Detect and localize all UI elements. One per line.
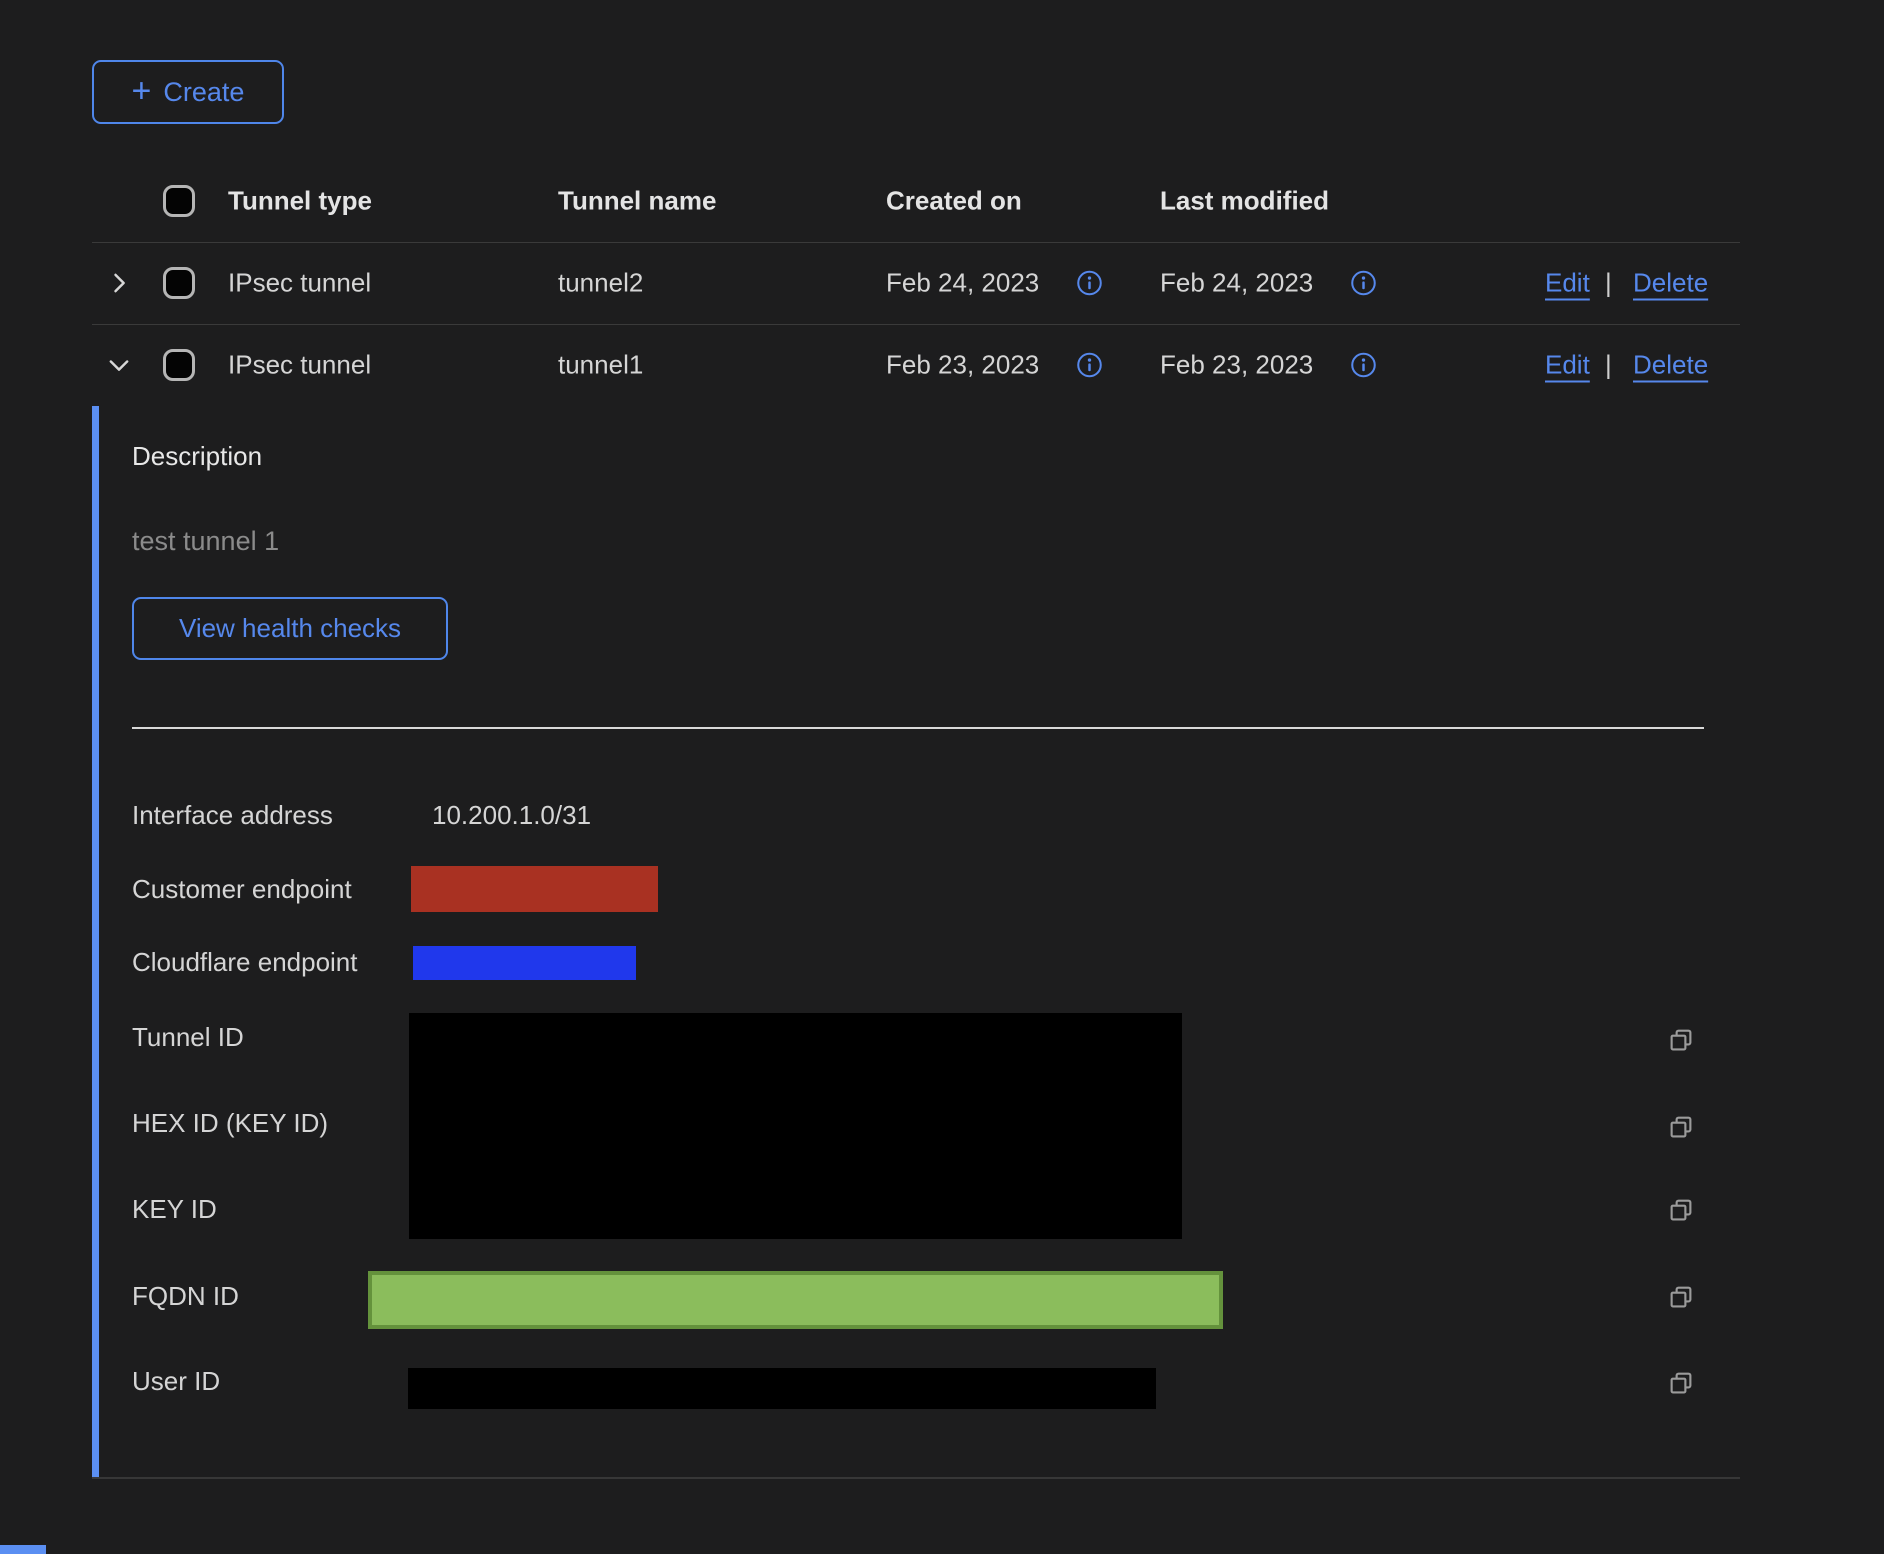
fqdn-id-redaction — [368, 1271, 1223, 1329]
delete-link[interactable]: Delete — [1633, 350, 1708, 381]
field-label-user-id: User ID — [132, 1363, 220, 1399]
column-header-last-modified: Last modified — [1160, 186, 1329, 217]
column-header-tunnel-type: Tunnel type — [228, 186, 372, 217]
field-label-customer-endpoint: Customer endpoint — [132, 871, 352, 907]
chevron-right-icon[interactable] — [104, 268, 134, 298]
create-button-label: Create — [163, 77, 244, 108]
description-value: test tunnel 1 — [132, 526, 279, 557]
plus-icon: + — [132, 74, 152, 108]
table-row-tunnel1: IPsec tunnel tunnel1 Feb 23, 2023 Feb 23… — [0, 324, 1884, 406]
copy-icon[interactable] — [1666, 1025, 1696, 1055]
info-icon[interactable] — [1076, 352, 1103, 379]
column-header-created-on: Created on — [886, 186, 1022, 217]
select-all-checkbox[interactable] — [163, 185, 195, 217]
panel-bottom-divider — [92, 1477, 1740, 1479]
bottom-edge-accent-strip — [0, 1545, 46, 1554]
info-icon[interactable] — [1076, 270, 1103, 297]
created-on-cell: Feb 24, 2023 — [886, 268, 1039, 299]
tunnel-name-cell: tunnel1 — [558, 350, 643, 381]
section-divider — [132, 727, 1704, 729]
field-label-cloudflare-endpoint: Cloudflare endpoint — [132, 944, 358, 980]
tunnels-page: + Create Tunnel type Tunnel name Created… — [0, 0, 1884, 1554]
tunnel-ids-redaction — [409, 1013, 1182, 1239]
field-label-key-id: KEY ID — [132, 1191, 217, 1227]
cloudflare-endpoint-redaction — [413, 946, 636, 980]
row-checkbox[interactable] — [163, 349, 195, 381]
info-icon[interactable] — [1350, 270, 1377, 297]
field-label-fqdn-id: FQDN ID — [132, 1278, 239, 1314]
column-header-tunnel-name: Tunnel name — [558, 186, 716, 217]
customer-endpoint-redaction — [411, 866, 658, 912]
tunnel-name-cell: tunnel2 — [558, 268, 643, 299]
info-icon[interactable] — [1350, 352, 1377, 379]
tunnel-type-cell: IPsec tunnel — [228, 350, 371, 381]
created-on-cell: Feb 23, 2023 — [886, 350, 1039, 381]
link-separator: | — [1605, 350, 1612, 381]
copy-icon[interactable] — [1666, 1195, 1696, 1225]
create-button[interactable]: + Create — [92, 60, 284, 124]
copy-icon[interactable] — [1666, 1282, 1696, 1312]
chevron-down-icon[interactable] — [104, 350, 134, 380]
field-label-interface-address: Interface address — [132, 797, 333, 833]
last-modified-cell: Feb 23, 2023 — [1160, 350, 1313, 381]
link-separator: | — [1605, 268, 1612, 299]
description-heading: Description — [132, 441, 262, 472]
edit-link[interactable]: Edit — [1545, 268, 1590, 299]
expanded-row-indicator-bar — [92, 406, 99, 1477]
copy-icon[interactable] — [1666, 1368, 1696, 1398]
table-row-tunnel2: IPsec tunnel tunnel2 Feb 24, 2023 Feb 24… — [0, 242, 1884, 324]
user-id-redaction — [408, 1368, 1156, 1409]
table-header-row: Tunnel type Tunnel name Created on Last … — [0, 160, 1884, 242]
last-modified-cell: Feb 24, 2023 — [1160, 268, 1313, 299]
row-checkbox[interactable] — [163, 267, 195, 299]
tunnel-type-cell: IPsec tunnel — [228, 268, 371, 299]
edit-link[interactable]: Edit — [1545, 350, 1590, 381]
copy-icon[interactable] — [1666, 1112, 1696, 1142]
field-value-interface-address: 10.200.1.0/31 — [432, 797, 591, 833]
delete-link[interactable]: Delete — [1633, 268, 1708, 299]
field-label-tunnel-id: Tunnel ID — [132, 1019, 244, 1055]
field-label-hex-id: HEX ID (KEY ID) — [132, 1105, 328, 1141]
view-health-checks-button[interactable]: View health checks — [132, 597, 448, 660]
